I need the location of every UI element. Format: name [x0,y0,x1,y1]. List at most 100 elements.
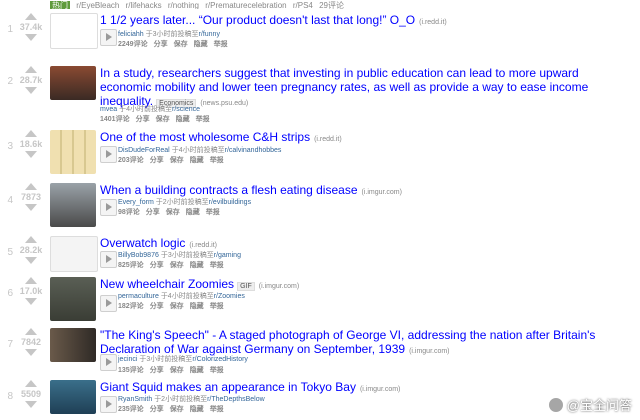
report-button[interactable]: 举报 [210,303,224,310]
report-button[interactable]: 举报 [214,41,228,48]
downvote-arrow-icon[interactable] [25,87,37,94]
comments-link[interactable]: 235评论 [118,406,144,413]
downvote-arrow-icon[interactable] [25,34,37,41]
post-domain[interactable]: (i.redd.it) [419,19,447,26]
save-button[interactable]: 保存 [170,406,184,413]
share-button[interactable]: 分享 [154,41,168,48]
post-subreddit[interactable]: r/evilbuildings [209,199,251,206]
post-subreddit[interactable]: r/Zoomies [214,293,245,300]
share-button[interactable]: 分享 [136,116,150,123]
report-button[interactable]: 举报 [206,209,220,216]
save-button[interactable]: 保存 [166,209,180,216]
comments-link[interactable]: 1401评论 [100,116,130,123]
post-thumbnail[interactable] [50,183,96,227]
comments-link[interactable]: 98评论 [118,209,140,216]
post-author[interactable]: DisDudeForReal [118,147,170,154]
hide-button[interactable]: 隐藏 [190,367,204,374]
post-subreddit[interactable]: r/science [172,106,200,113]
downvote-arrow-icon[interactable] [25,151,37,158]
post-author[interactable]: BillyBob9876 [118,252,159,259]
share-button[interactable]: 分享 [146,209,160,216]
post-thumbnail[interactable] [50,380,96,414]
upvote-arrow-icon[interactable] [25,277,37,284]
post-thumbnail[interactable] [50,277,96,321]
post-author[interactable]: jecinci [118,356,137,363]
top-strip-item[interactable]: 29评论 [319,1,344,9]
post-title-link[interactable]: When a building contracts a flesh eating… [100,183,358,197]
post-title-link[interactable]: New wheelchair Zoomies [100,277,234,291]
post-domain[interactable]: (news.psu.edu) [200,100,248,107]
downvote-arrow-icon[interactable] [25,349,37,356]
upvote-arrow-icon[interactable] [25,130,37,137]
report-button[interactable]: 举报 [210,262,224,269]
downvote-arrow-icon[interactable] [25,204,37,211]
report-button[interactable]: 举报 [210,406,224,413]
post-thumbnail[interactable] [50,328,96,362]
post-domain[interactable]: (i.redd.it) [314,136,342,143]
post-subreddit[interactable]: r/calvinandhobbes [225,147,282,154]
top-strip-item[interactable]: r/EyeBleach [76,1,119,9]
post-thumbnail[interactable] [50,66,96,100]
upvote-arrow-icon[interactable] [25,380,37,387]
share-button[interactable]: 分享 [150,303,164,310]
upvote-arrow-icon[interactable] [25,183,37,190]
post-subreddit[interactable]: r/gaming [214,252,241,259]
hide-button[interactable]: 隐藏 [190,262,204,269]
post-domain[interactable]: (i.redd.it) [189,242,217,249]
post-thumbnail[interactable] [50,13,98,49]
post-title-link[interactable]: Overwatch logic [100,236,185,250]
hot-tag[interactable]: 热门 [50,1,70,9]
report-button[interactable]: 举报 [210,367,224,374]
save-button[interactable]: 保存 [170,367,184,374]
post-title-link[interactable]: Giant Squid makes an appearance in Tokyo… [100,380,356,394]
comments-link[interactable]: 182评论 [118,303,144,310]
post-domain[interactable]: (i.imgur.com) [360,386,400,393]
comments-link[interactable]: 825评论 [118,262,144,269]
top-strip-item[interactable]: r/Prematurecelebration [205,1,286,9]
top-strip-item[interactable]: r/PS4 [293,1,313,9]
save-button[interactable]: 保存 [170,303,184,310]
post-title-link[interactable]: "The King's Speech" - A staged photograp… [100,328,595,356]
save-button[interactable]: 保存 [170,157,184,164]
hide-button[interactable]: 隐藏 [190,406,204,413]
share-button[interactable]: 分享 [150,406,164,413]
post-author[interactable]: RyanSmith [118,396,152,403]
post-domain[interactable]: (i.imgur.com) [362,189,402,196]
expand-play-icon[interactable] [100,146,117,163]
hide-button[interactable]: 隐藏 [194,41,208,48]
report-button[interactable]: 举报 [196,116,210,123]
post-author[interactable]: mvea [100,106,117,113]
post-title-link[interactable]: 1 1/2 years later... “Our product doesn'… [100,13,415,27]
report-button[interactable]: 举报 [210,157,224,164]
downvote-arrow-icon[interactable] [25,257,37,264]
expand-play-icon[interactable] [100,396,117,413]
post-thumbnail[interactable] [50,236,98,272]
post-thumbnail[interactable] [50,130,96,174]
save-button[interactable]: 保存 [170,262,184,269]
save-button[interactable]: 保存 [156,116,170,123]
post-subreddit[interactable]: r/ColorizedHistory [192,356,248,363]
comments-link[interactable]: 2249评论 [118,41,148,48]
hide-button[interactable]: 隐藏 [176,116,190,123]
post-domain[interactable]: (i.imgur.com) [409,348,449,355]
upvote-arrow-icon[interactable] [25,236,37,243]
post-author[interactable]: permaculture [118,293,159,300]
save-button[interactable]: 保存 [174,41,188,48]
expand-play-icon[interactable] [100,354,117,371]
post-subreddit[interactable]: r/funny [199,31,220,38]
expand-play-icon[interactable] [100,199,117,216]
upvote-arrow-icon[interactable] [25,66,37,73]
share-button[interactable]: 分享 [150,367,164,374]
downvote-arrow-icon[interactable] [25,401,37,408]
post-domain[interactable]: (i.imgur.com) [259,283,299,290]
upvote-arrow-icon[interactable] [25,328,37,335]
downvote-arrow-icon[interactable] [25,298,37,305]
post-title-link[interactable]: One of the most wholesome C&H strips [100,130,310,144]
comments-link[interactable]: 203评论 [118,157,144,164]
comments-link[interactable]: 135评论 [118,367,144,374]
share-button[interactable]: 分享 [150,157,164,164]
share-button[interactable]: 分享 [150,262,164,269]
hide-button[interactable]: 隐藏 [186,209,200,216]
expand-play-icon[interactable] [100,251,117,268]
expand-play-icon[interactable] [100,29,117,46]
